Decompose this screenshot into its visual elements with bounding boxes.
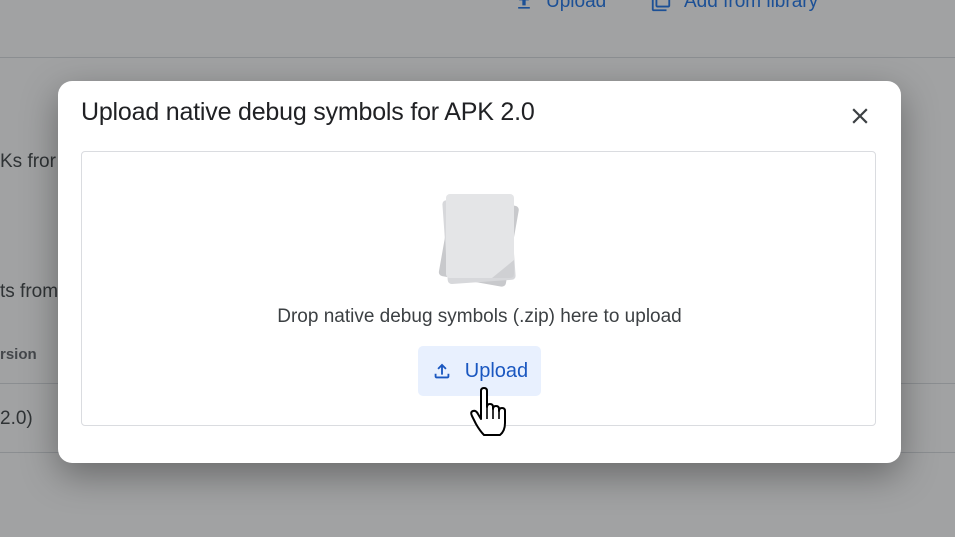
upload-button[interactable]: Upload [418,346,541,396]
file-dropzone[interactable]: Drop native debug symbols (.zip) here to… [81,151,876,426]
close-icon [852,108,868,124]
file-stack-icon [438,194,519,287]
close-button[interactable] [844,100,876,132]
dropzone-instruction: Drop native debug symbols (.zip) here to… [277,306,682,327]
upload-icon [434,363,450,379]
upload-button-label: Upload [464,359,529,382]
upload-symbols-dialog: Upload native debug symbols for APK 2.0 … [58,81,901,463]
page: Upload Add from library Ks fror ts from … [0,0,955,537]
dialog-title: Upload native debug symbols for APK 2.0 [81,98,535,126]
